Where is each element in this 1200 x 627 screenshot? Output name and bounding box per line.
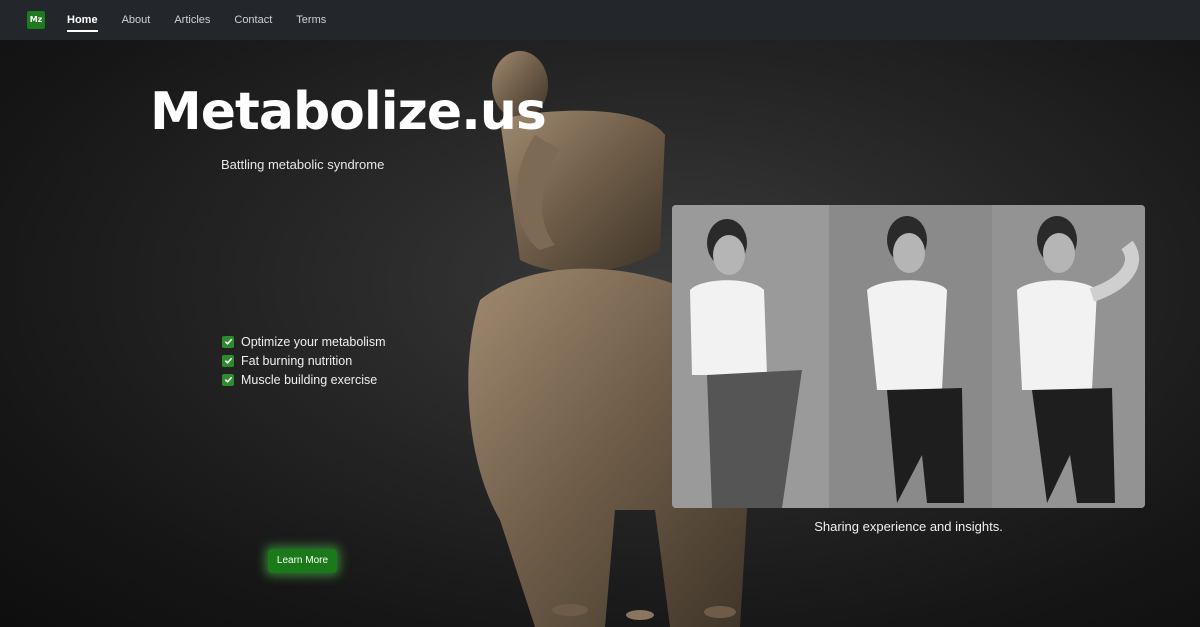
checkmark-icon bbox=[222, 373, 234, 386]
transformation-photo bbox=[672, 205, 1145, 508]
hero-title: Metabolize.us bbox=[150, 82, 547, 142]
nav-link-home[interactable]: Home bbox=[67, 14, 98, 32]
site-logo[interactable]: Mz bbox=[27, 11, 45, 29]
nav-link-contact[interactable]: Contact bbox=[234, 14, 272, 26]
nav-link-terms[interactable]: Terms bbox=[296, 14, 326, 26]
nav-link-articles[interactable]: Articles bbox=[174, 14, 210, 26]
transformation-photo-graphic bbox=[672, 205, 1145, 508]
checkmark-icon bbox=[222, 354, 234, 367]
feature-label: Optimize your metabolism bbox=[241, 334, 386, 349]
checkmark-icon bbox=[222, 335, 234, 348]
feature-label: Fat burning nutrition bbox=[241, 353, 353, 368]
learn-more-button[interactable]: Learn More bbox=[268, 549, 337, 573]
navbar: Mz Home About Articles Contact Terms bbox=[0, 0, 1200, 40]
hero-subtitle: Battling metabolic syndrome bbox=[221, 157, 385, 172]
feature-item: Fat burning nutrition bbox=[222, 351, 386, 370]
feature-label: Muscle building exercise bbox=[241, 372, 378, 387]
nav-link-about[interactable]: About bbox=[122, 14, 151, 26]
feature-list: Optimize your metabolism Fat burning nut… bbox=[222, 332, 386, 389]
feature-item: Muscle building exercise bbox=[222, 370, 386, 389]
feature-item: Optimize your metabolism bbox=[222, 332, 386, 351]
photo-caption: Sharing experience and insights. bbox=[814, 519, 1003, 534]
